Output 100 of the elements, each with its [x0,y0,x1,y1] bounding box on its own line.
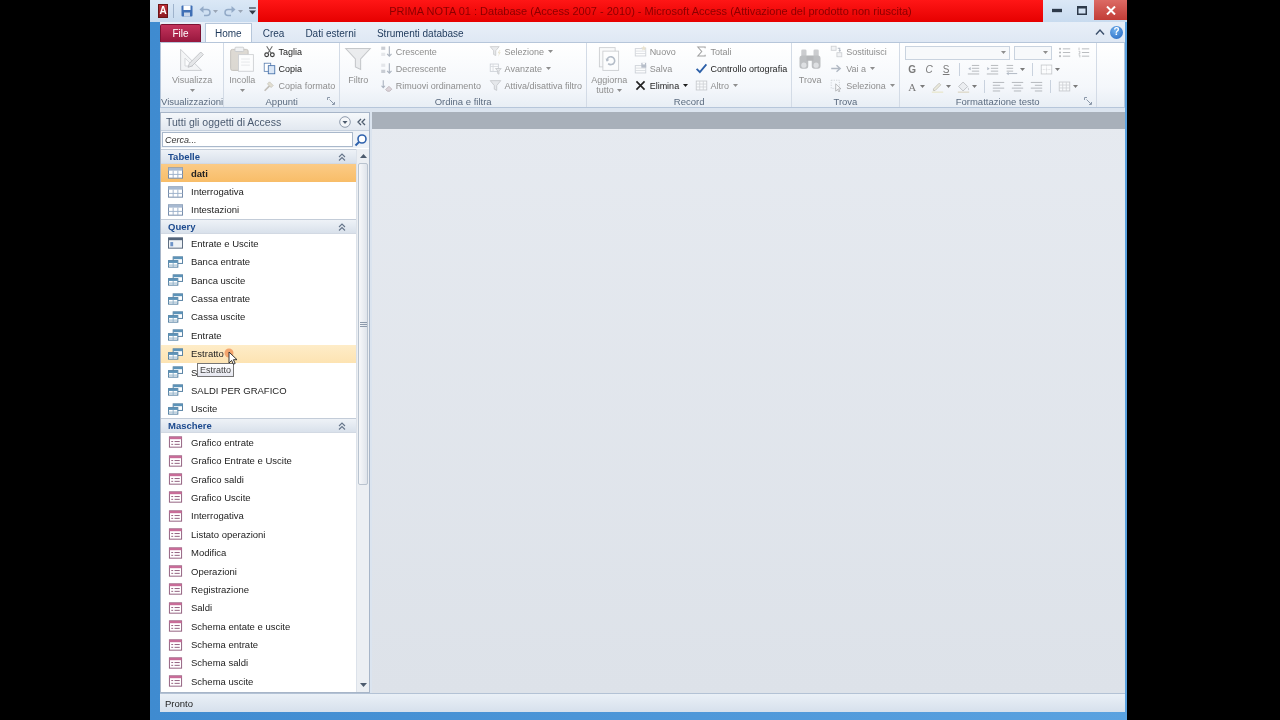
nav-item[interactable]: Schema saldi [168,653,249,673]
nav-item[interactable]: Schema uscite [168,672,254,691]
paint-bucket-icon [956,80,970,93]
nav-item[interactable]: Listato operazioni [168,525,266,544]
group-header[interactable]: Maschere [161,418,356,434]
sort-ascending-icon [379,45,393,58]
table-grid-icon [694,79,708,92]
nav-item[interactable]: S [168,362,198,382]
indent-icon [985,63,999,76]
cut-button[interactable]: Taglia [260,43,338,60]
group-label: Ordina e filtra [434,95,492,107]
nav-item[interactable]: Operazioni [168,561,237,581]
funnel-icon [344,45,373,73]
nav-item[interactable]: Intestazioni [168,200,240,220]
copy-icon [262,62,276,75]
paintbrush-icon [262,79,276,92]
two-tables-icon [168,255,183,268]
copy-button[interactable]: Copia [260,60,338,77]
form-icon [168,473,183,486]
table-funnel-icon [488,62,502,75]
sigma-icon [694,45,708,58]
nav-item[interactable]: Cassa entrate [168,289,251,308]
table-grid-icon [1057,80,1071,93]
ribbon-tab[interactable]: Strumenti database [366,24,474,42]
nav-item[interactable]: Schema entrate [168,635,259,654]
nav-item[interactable]: Banca uscite [168,270,246,290]
form-icon [168,454,183,467]
triangle-up-icon [359,154,367,158]
dropdown-circle-icon[interactable] [339,115,351,128]
window-title: PRIMA NOTA 01 : Database (Access 2007 - 2010) - Microsoft Access (Attivazione del prodotto non riuscita) [389,5,912,17]
delete-button[interactable]: Elimina [631,77,691,94]
nav-item[interactable]: Uscite [168,399,218,419]
nav-item[interactable]: Interrogativa [168,182,244,201]
two-tables-icon [168,384,183,397]
ribbon-tab[interactable]: Crea [252,24,295,42]
highlighter-icon [930,80,944,93]
nav-item[interactable]: dati [161,164,356,183]
ribbon-tab[interactable]: Home [205,23,252,42]
dialog-launcher-icon[interactable] [1083,97,1092,105]
two-tables-icon [168,329,183,342]
group-label: Visualizzazioni [161,95,224,107]
two-tables-icon [168,292,183,305]
nav-item[interactable]: Saldi [168,598,213,617]
nav-item[interactable]: Grafico Uscite [168,488,251,507]
caret-icon [238,9,243,13]
nav-item[interactable]: Banca entrate [168,252,251,271]
align-right-icon [1029,80,1043,93]
two-tables-icon [168,366,183,379]
caret-icon [1000,51,1006,54]
nav-item[interactable]: Entrate e Uscite [168,234,259,253]
triangle-down-icon [359,683,367,687]
form-icon [168,436,183,449]
nav-item[interactable]: Grafico Entrate e Uscite [168,451,292,470]
group-label: Formattazione testo [955,95,1040,107]
form-icon [168,601,183,614]
spelling-button[interactable]: Controllo ortografia [692,60,790,77]
form-icon [168,546,183,559]
nav-item[interactable]: Registrazione [168,580,250,599]
maximize-icon [1076,5,1087,15]
nav-item[interactable]: Grafico entrate [168,433,254,452]
scroll-thumb[interactable] [358,163,368,485]
group-header[interactable]: Tabelle [161,149,356,164]
close-button[interactable] [1094,0,1127,20]
customize-caret-icon [249,7,256,15]
nav-item[interactable]: SALDI PER GRAFICO [168,381,287,400]
form-icon [168,565,183,577]
dialog-launcher-icon[interactable] [327,97,336,105]
checkmark-icon [694,62,708,75]
tooltip: Estratto [197,363,234,378]
nav-item[interactable]: Grafico saldi [168,469,244,489]
ribbon-tab[interactable]: Dati esterni [295,24,366,42]
search-icon[interactable] [354,132,368,147]
chevron-up-icon[interactable] [1095,28,1105,36]
nav-item[interactable]: Entrate [168,326,222,345]
window-icon [168,237,183,250]
nav-item[interactable]: Interrogativa [168,506,244,526]
arrow-eraser-icon [379,79,393,92]
form-icon [168,638,183,651]
group-header[interactable]: Query [161,219,356,235]
nav-item[interactable]: Modifica [168,543,227,562]
funnel-icon [488,79,502,92]
group-label: Record [673,95,705,107]
nav-item[interactable]: Schema entate e uscite [168,617,291,636]
sort-descending-icon [379,62,393,75]
undo-icon [199,5,211,17]
nav-item[interactable]: Cassa uscite [168,307,246,327]
clipboard-icon [228,45,257,73]
caret-icon [213,9,218,13]
search-field[interactable]: Cerca... [162,132,353,147]
file-tab[interactable]: File [160,24,201,42]
group-label: Appunti [265,95,298,107]
align-center-icon [1010,80,1024,93]
outdent-icon [966,63,980,76]
arrow-right-icon [830,62,844,75]
form-icon [168,491,183,504]
app-logo[interactable]: A [158,4,169,18]
mouse-pointer-icon [224,346,238,367]
table-icon [168,167,183,180]
nav-item[interactable]: Estratto [161,344,356,363]
close-icon [1105,5,1116,15]
